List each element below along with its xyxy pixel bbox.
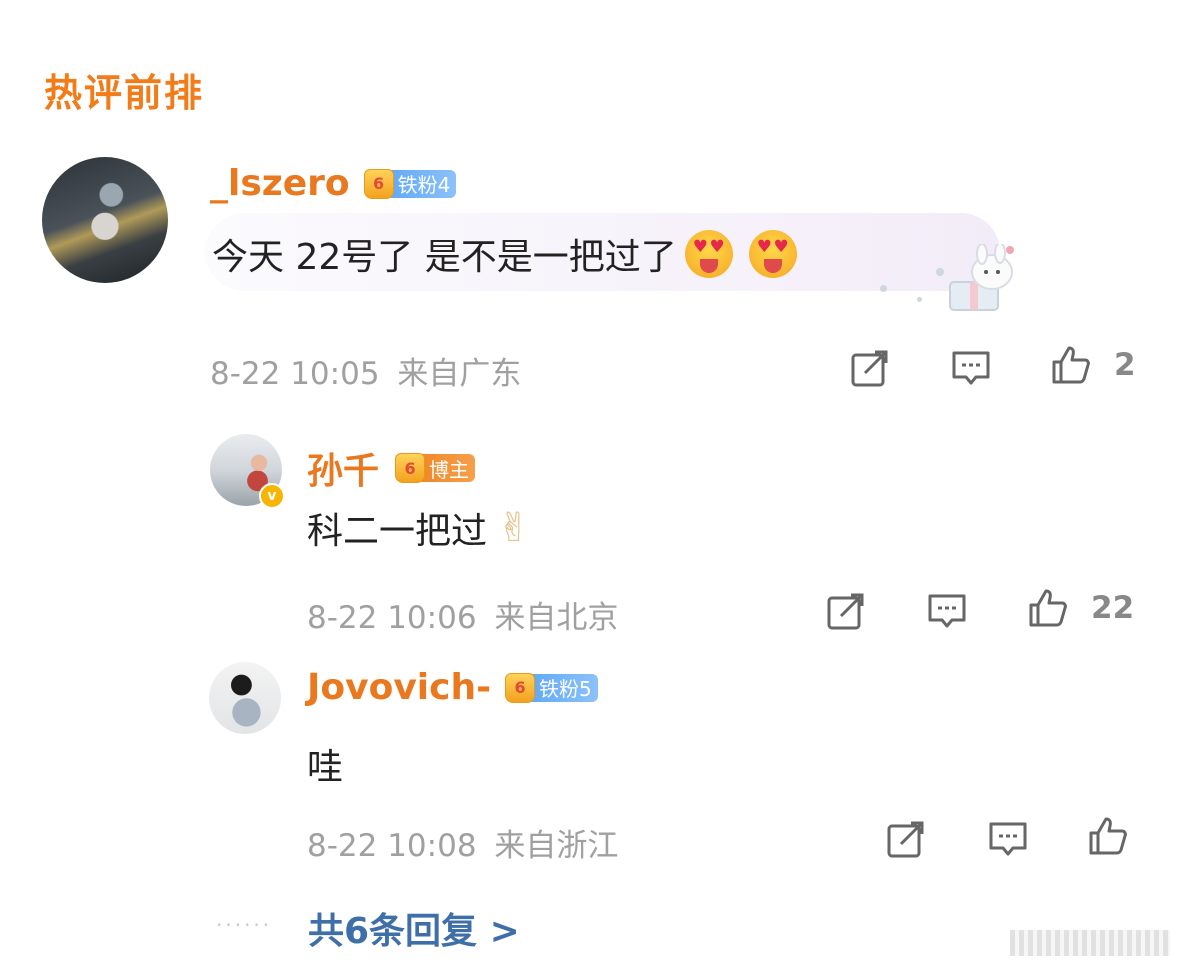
repost-icon[interactable]: [825, 590, 867, 632]
badge-label: 铁粉4: [387, 169, 457, 198]
username[interactable]: 孙千: [307, 442, 379, 494]
like-icon: [1027, 587, 1069, 629]
timestamp: 8-22 10:05: [210, 356, 380, 392]
heart-eyes-emoji: [748, 230, 797, 278]
watermark: [1010, 930, 1170, 956]
comment-icon[interactable]: [926, 590, 968, 632]
avatar-lszero[interactable]: [42, 157, 168, 283]
comment-text: 科二一把过: [307, 511, 488, 552]
comment-2-header: 孙千 6 博主: [307, 442, 476, 494]
repost-icon[interactable]: [849, 347, 891, 389]
crown-badge-icon: 6: [505, 672, 536, 703]
like-count: 2: [1114, 347, 1136, 383]
like-icon: [1087, 815, 1129, 857]
more-replies-link[interactable]: 共6条回复 >: [308, 902, 520, 954]
crown-badge-icon: 6: [395, 453, 426, 483]
like-count: 22: [1091, 590, 1135, 626]
comment-2-body: 科二一把过 ✌: [307, 502, 531, 554]
like-icon: [1050, 344, 1092, 386]
location: 来自浙江: [494, 828, 619, 864]
victory-hand-emoji: ✌: [497, 505, 531, 551]
blogger-badge[interactable]: 6 博主: [395, 452, 476, 484]
comment-text: 哇: [307, 747, 344, 788]
repost-icon[interactable]: [885, 818, 927, 860]
comment-icon[interactable]: [950, 347, 992, 389]
like-button[interactable]: [1087, 815, 1139, 857]
heart-eyes-emoji: [684, 230, 733, 278]
avatar-jovovich[interactable]: [209, 662, 281, 734]
username[interactable]: _lszero: [210, 163, 350, 204]
like-button[interactable]: 22: [1027, 587, 1134, 629]
comment-3-meta: 8-22 10:08 来自浙江: [307, 820, 618, 865]
username[interactable]: Jovovich-: [307, 667, 491, 708]
section-title: 热评前排: [44, 71, 205, 115]
location: 来自北京: [494, 600, 619, 636]
verified-icon: v: [259, 483, 285, 509]
divider-dots: ······: [216, 913, 273, 937]
bunny-sticker-icon: [940, 242, 1020, 314]
like-button[interactable]: 2: [1050, 344, 1136, 386]
badge-label: 博主: [419, 454, 476, 482]
comment-3-header: Jovovich- 6 铁粉5: [307, 667, 598, 708]
comment-1-body: 今天 22号了 是不是一把过了: [212, 228, 797, 280]
comment-2-meta: 8-22 10:06 来自北京: [307, 592, 618, 637]
fan-badge[interactable]: 6 铁粉4: [363, 168, 457, 200]
timestamp: 8-22 10:06: [307, 600, 477, 636]
comment-1-meta: 8-22 10:05 来自广东: [210, 348, 521, 393]
badge-label: 铁粉5: [529, 673, 598, 702]
location: 来自广东: [397, 356, 522, 392]
timestamp: 8-22 10:08: [307, 828, 477, 864]
crown-badge-icon: 6: [363, 168, 394, 199]
comment-icon[interactable]: [987, 818, 1029, 860]
comment-1-header: _lszero 6 铁粉4: [210, 163, 457, 204]
comment-text: 今天 22号了 是不是一把过了: [212, 237, 677, 278]
fan-badge[interactable]: 6 铁粉5: [505, 672, 598, 704]
